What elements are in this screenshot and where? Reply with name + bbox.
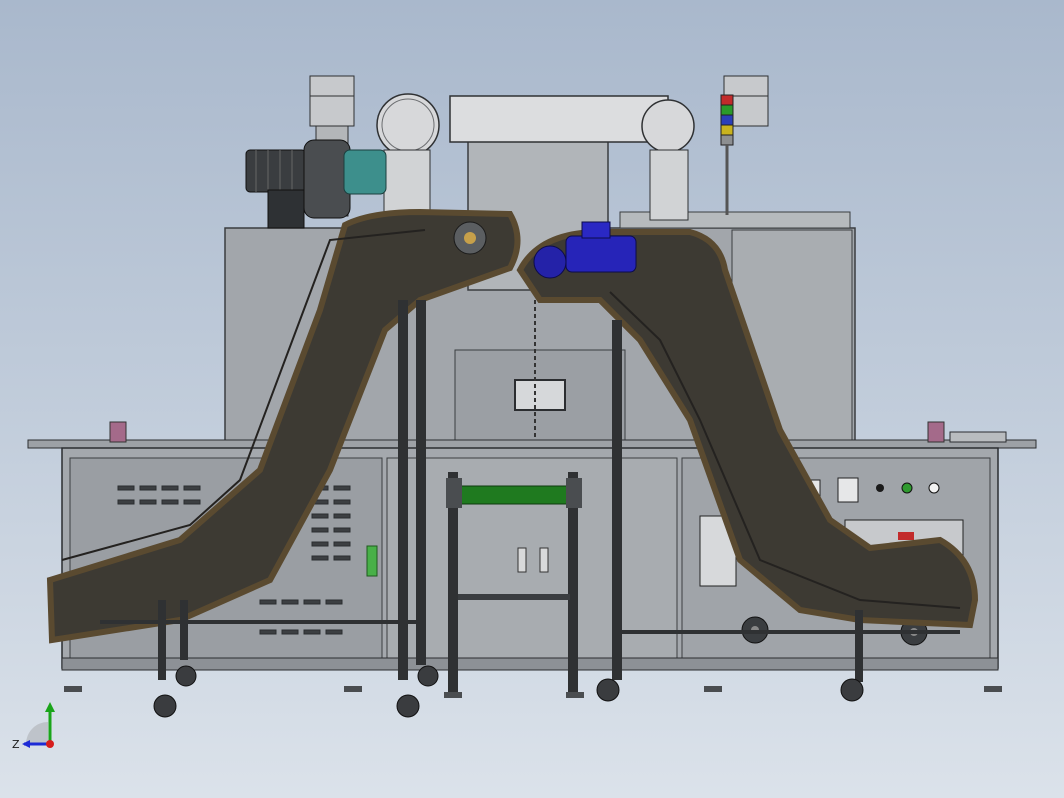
caster-wheels bbox=[153, 665, 864, 718]
orientation-triad[interactable]: Z bbox=[8, 696, 68, 756]
indicator-green-left bbox=[366, 545, 378, 577]
signal-tower bbox=[720, 94, 734, 215]
z-axis-label: Z bbox=[12, 738, 20, 751]
cup-left bbox=[109, 421, 127, 443]
cup-right bbox=[927, 421, 945, 443]
x-axis-icon bbox=[46, 740, 54, 748]
cad-viewport[interactable] bbox=[0, 0, 1064, 798]
